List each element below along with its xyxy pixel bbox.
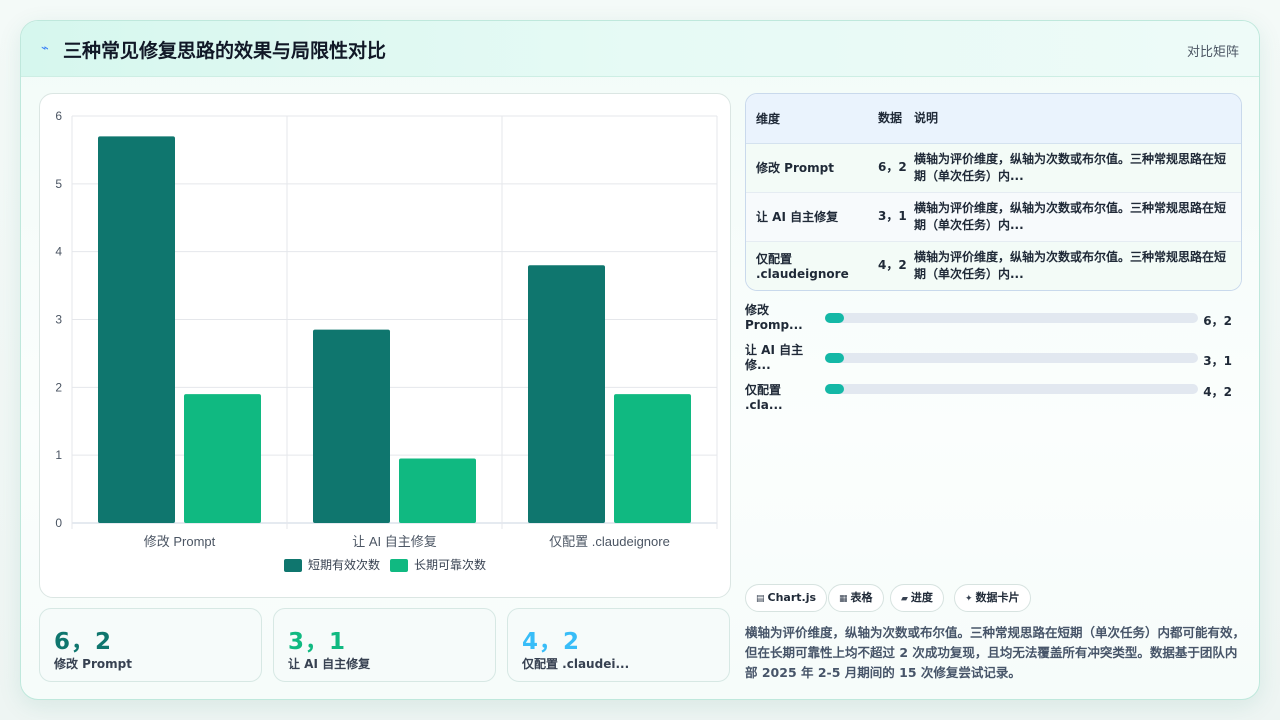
stat-card-prompt: 6，2 修改 Prompt — [39, 608, 262, 682]
progress-row-prompt: 修改 Promp... 6，2 — [745, 303, 1242, 333]
progress-label: 仅配置 .cla... — [745, 383, 783, 412]
table-cell-data: 3，1 — [868, 192, 910, 242]
y-tick-label: 3 — [55, 313, 62, 327]
table-icon: ▦ — [839, 594, 848, 604]
table-cell-dimension: 仅配置 .claudeignore — [746, 241, 868, 290]
y-tick-label: 1 — [55, 448, 62, 462]
progress-row-ai-fix: 让 AI 自主修... 3，1 — [745, 343, 1242, 373]
chart-note: 横轴为评价维度，纵轴为次数或布尔值。三种常规思路在短期（单次任务）内都可能有效，… — [745, 625, 1246, 680]
bar-long-term — [184, 394, 261, 523]
x-tick-label: 让 AI 自主修复 — [352, 534, 437, 549]
bar-chart: 0 1 2 3 4 5 6 修改 Prompt 让 AI 自主修复 仅配置 .claudeigno… — [55, 109, 718, 572]
progress-label: 让 AI 自主修... — [745, 343, 804, 372]
dashboard-card: ⌁ 三种常见修复思路的效果与局限性对比 对比矩阵 0 1 2 3 4 5 6 修改 Promp… — [20, 20, 1260, 700]
table-cell-dimension: 修改 Prompt — [746, 143, 868, 193]
table-cell-data: 6，2 — [868, 143, 910, 193]
chip-label: 数据卡片 — [975, 591, 1020, 604]
progress-icon: ▰ — [901, 594, 908, 604]
bar-long-term — [614, 394, 691, 523]
page-title: 三种常见修复思路的效果与局限性对比 — [63, 40, 387, 62]
y-tick-label: 5 — [55, 177, 62, 191]
view-label[interactable]: 对比矩阵 — [1187, 41, 1239, 60]
y-tick-label: 0 — [55, 516, 62, 530]
chip-chartjs[interactable]: ▤ Chart.js — [745, 584, 828, 612]
progress-fill — [825, 353, 844, 363]
progress-value: 6，2 — [1203, 314, 1232, 328]
chip-label: 表格 — [850, 591, 873, 604]
legend-label: 长期可靠次数 — [414, 557, 486, 572]
x-tick-label: 修改 Prompt — [144, 534, 216, 549]
stat-card-claudeignore: 4，2 仅配置 .claudei... — [507, 608, 730, 682]
progress-track — [825, 353, 1198, 363]
stat-value: 3，1 — [288, 629, 347, 655]
chart-icon: ▤ — [756, 594, 765, 604]
table-cell-description: 横轴为评价维度，纵轴为次数或布尔值。三种常规思路在短期（单次任务）内... — [910, 241, 1241, 290]
bar-short-term — [313, 329, 390, 523]
progress-label: 修改 Promp... — [745, 303, 803, 332]
table-cell-data: 4，2 — [868, 241, 910, 290]
chip-table[interactable]: ▦ 表格 — [828, 584, 884, 612]
comparison-table: 维度 数据 说明 修改 Prompt 6，2 横轴为评价维度，纵轴为次数或布尔值… — [745, 93, 1242, 291]
table-row: 仅配置 .claudeignore 4，2 横轴为评价维度，纵轴为次数或布尔值。… — [746, 241, 1241, 290]
stat-label: 修改 Prompt — [54, 657, 132, 671]
chip-label: Chart.js — [767, 591, 817, 604]
stat-card-ai-fix: 3，1 让 AI 自主修复 — [273, 608, 496, 682]
stat-label: 仅配置 .claudei... — [522, 657, 630, 671]
chip-label: 进度 — [910, 591, 933, 604]
table-cell-dimension: 让 AI 自主修复 — [746, 192, 868, 242]
stat-value: 6，2 — [54, 629, 113, 655]
stat-label: 让 AI 自主修复 — [288, 657, 371, 671]
y-tick-label: 4 — [55, 245, 62, 259]
bar-long-term — [399, 458, 476, 523]
sparkle-icon: ✦ — [965, 594, 973, 604]
table-row: 让 AI 自主修复 3，1 横轴为评价维度，纵轴为次数或布尔值。三种常规思路在短… — [746, 192, 1241, 242]
bar-short-term — [98, 136, 175, 523]
table-cell-description: 横轴为评价维度，纵轴为次数或布尔值。三种常规思路在短期（单次任务）内... — [910, 192, 1241, 242]
progress-row-claudeignore: 仅配置 .cla... 4，2 — [745, 381, 1242, 412]
progress-value: 3，1 — [1203, 354, 1232, 368]
y-tick-label: 2 — [55, 380, 62, 394]
progress-track — [825, 384, 1198, 394]
table-header-dimension: 维度 — [746, 94, 868, 144]
chip-progress[interactable]: ▰ 进度 — [890, 584, 944, 612]
progress-fill — [825, 313, 844, 323]
legend-label: 短期有效次数 — [308, 557, 380, 572]
progress-fill — [825, 384, 844, 394]
chip-data-cards[interactable]: ✦ 数据卡片 — [954, 584, 1031, 612]
legend-swatch — [284, 559, 302, 572]
stat-value: 4，2 — [522, 629, 581, 655]
table-header-data: 数据 — [868, 94, 910, 144]
table-header-description: 说明 — [910, 94, 1241, 144]
card-header: ⌁ 三种常见修复思路的效果与局限性对比 对比矩阵 — [21, 21, 1259, 77]
legend-swatch — [390, 559, 408, 572]
bar-short-term — [528, 265, 605, 523]
table-cell-description: 横轴为评价维度，纵轴为次数或布尔值。三种常规思路在短期（单次任务）内... — [910, 143, 1241, 193]
y-tick-label: 6 — [55, 109, 62, 123]
x-tick-label: 仅配置 .claudeignore — [549, 534, 670, 549]
progress-track — [825, 313, 1198, 323]
progress-value: 4，2 — [1203, 385, 1232, 399]
pulse-icon: ⌁ — [41, 41, 49, 56]
bar-chart-panel: 0 1 2 3 4 5 6 修改 Prompt 让 AI 自主修复 仅配置 .claudeigno… — [39, 93, 731, 598]
table-row: 修改 Prompt 6，2 横轴为评价维度，纵轴为次数或布尔值。三种常规思路在短… — [746, 143, 1241, 193]
